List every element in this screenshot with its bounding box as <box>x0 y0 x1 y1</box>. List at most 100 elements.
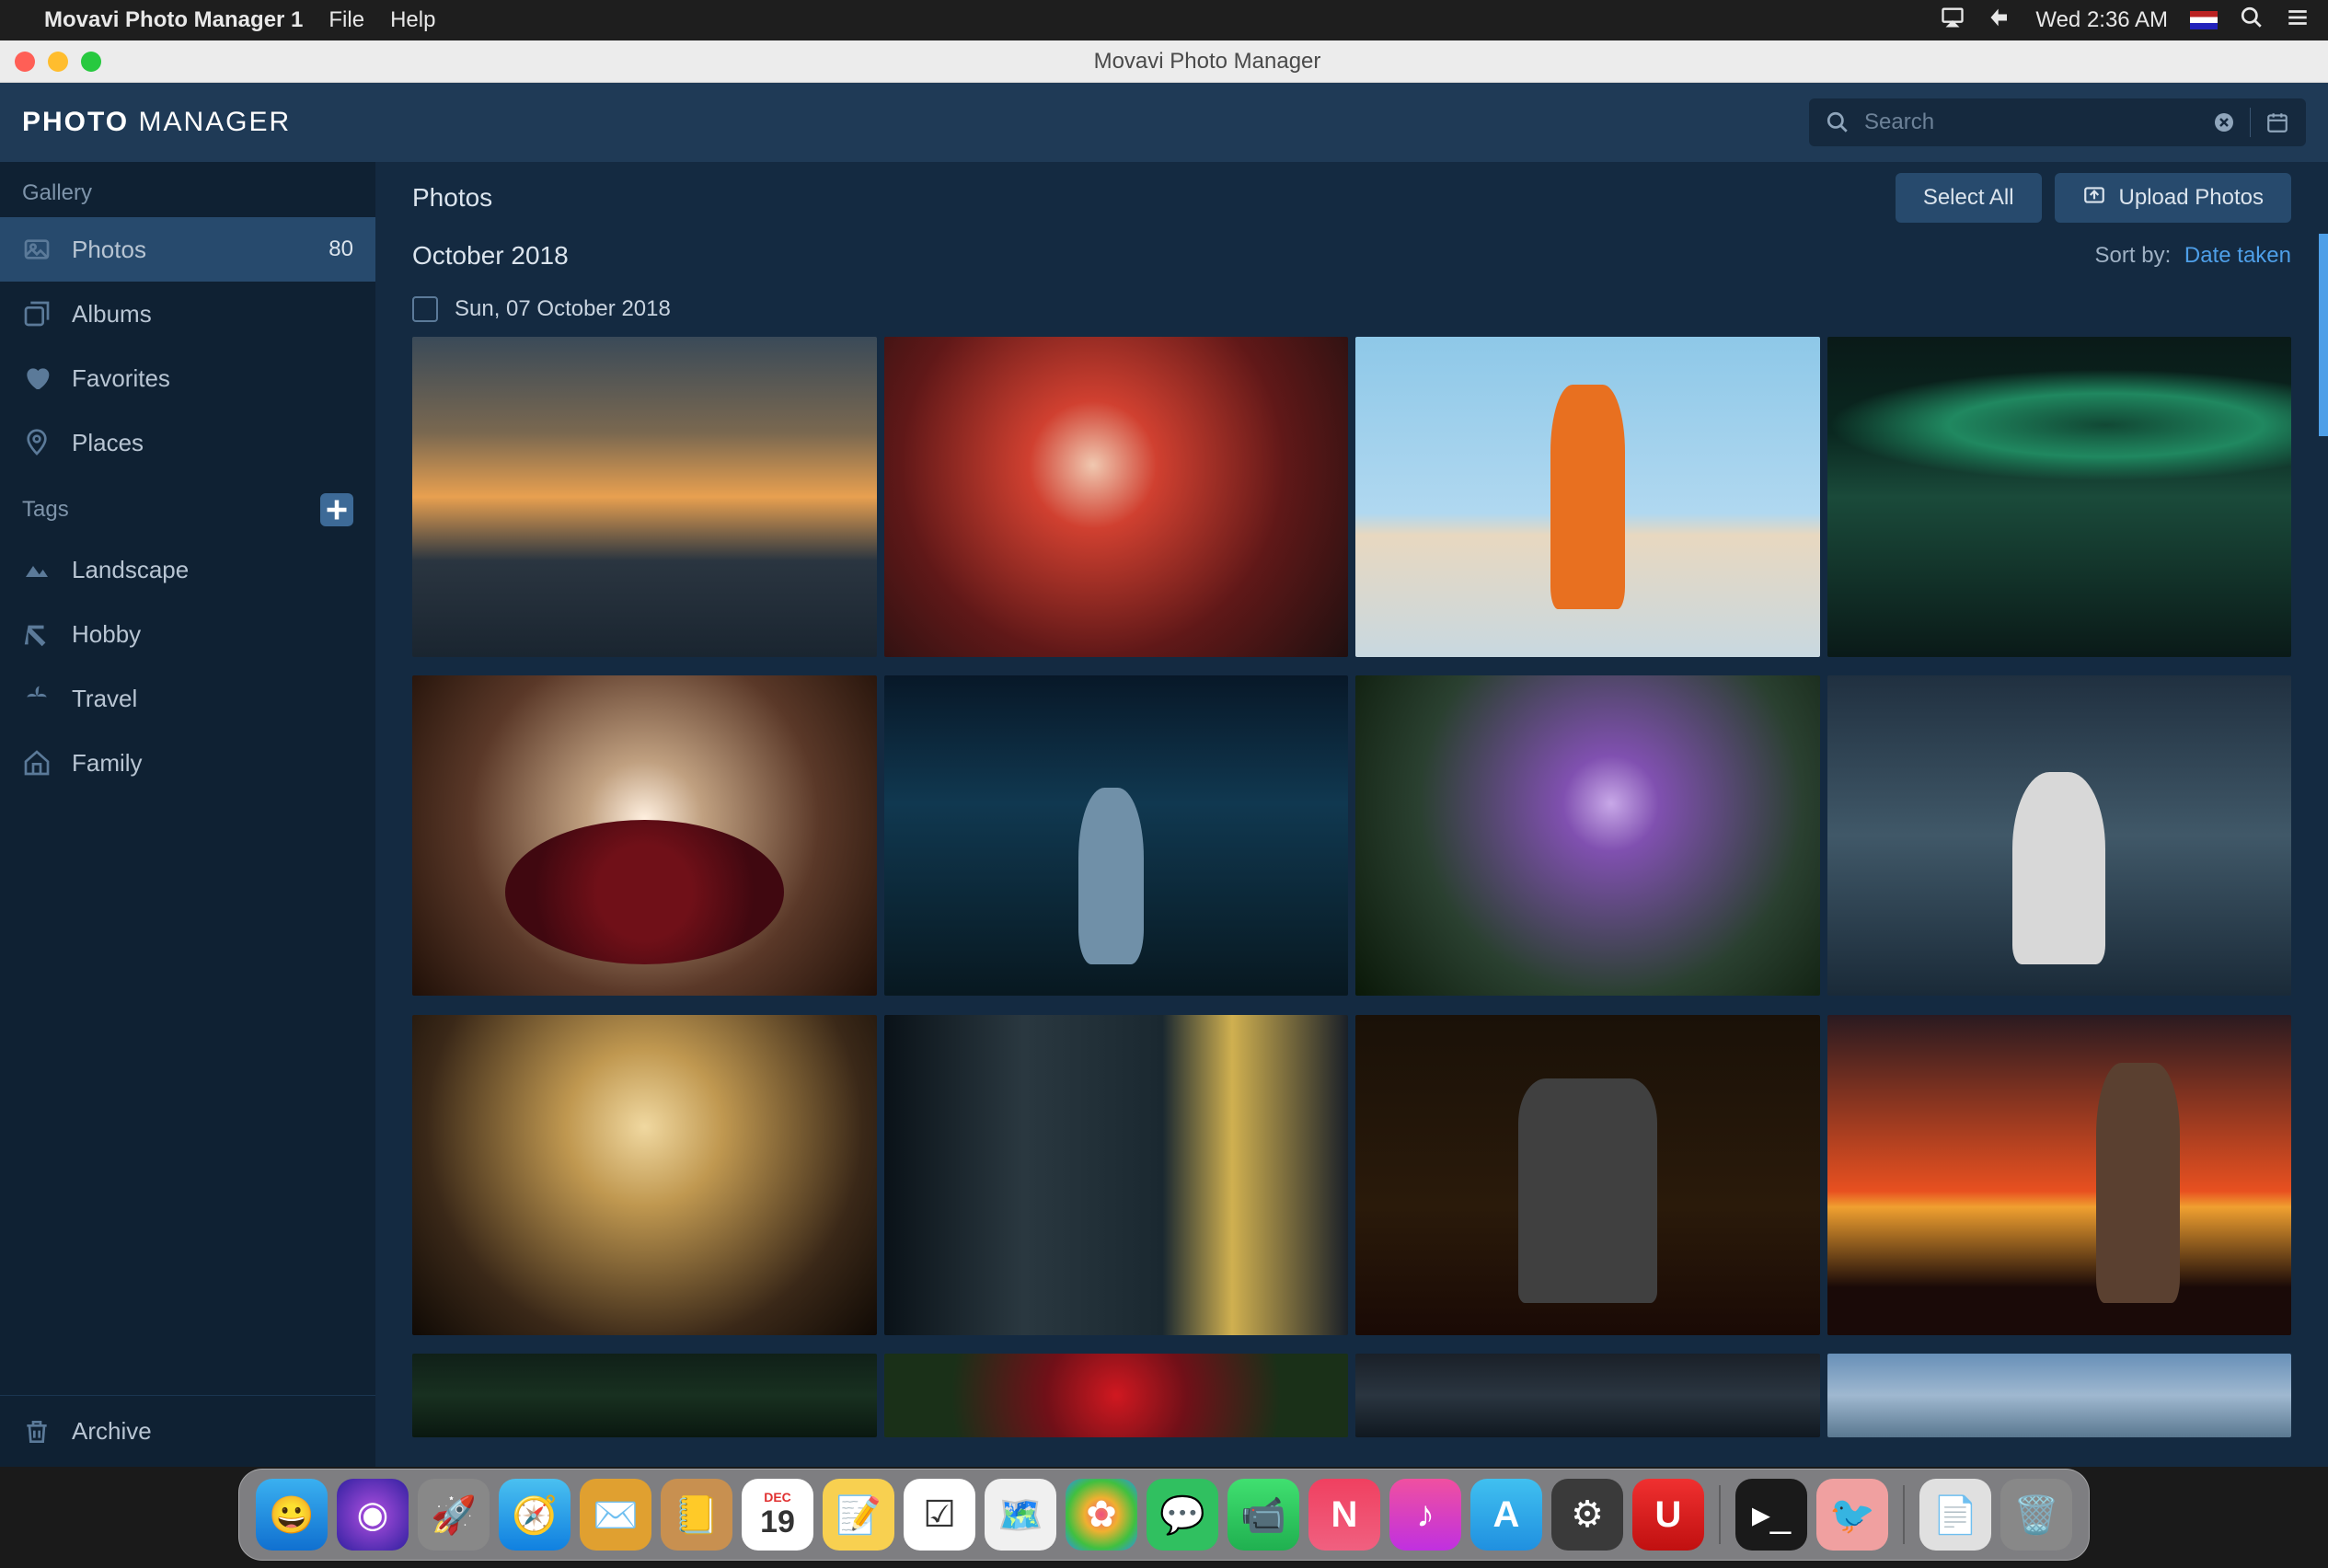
search-input[interactable] <box>1864 110 2198 135</box>
photos-icon <box>22 235 52 264</box>
notification-center-icon[interactable] <box>2286 6 2310 36</box>
upload-photos-button[interactable]: Upload Photos <box>2055 173 2291 223</box>
home-icon <box>22 748 52 778</box>
photo-thumbnail[interactable] <box>412 1354 877 1437</box>
sidebar-tag-landscape[interactable]: Landscape <box>0 537 375 602</box>
dock-app-icon[interactable]: 🐦 <box>1816 1479 1888 1551</box>
photo-thumbnail[interactable] <box>412 1015 877 1335</box>
add-tag-button[interactable] <box>320 493 353 526</box>
photo-thumbnail[interactable] <box>1827 1015 2292 1335</box>
flag-icon[interactable] <box>2190 11 2218 29</box>
dock-finder-icon[interactable]: 😀 <box>256 1479 328 1551</box>
photo-thumbnail[interactable] <box>1827 1354 2292 1437</box>
search-field[interactable] <box>1809 98 2306 146</box>
date-group-label: Sun, 07 October 2018 <box>455 296 671 322</box>
photo-thumbnail[interactable] <box>884 1015 1349 1335</box>
status-icon[interactable] <box>1988 5 2013 37</box>
window-titlebar: Movavi Photo Manager <box>0 40 2328 83</box>
photo-thumbnail[interactable] <box>1827 675 2292 996</box>
clear-search-icon[interactable] <box>2213 111 2235 133</box>
albums-icon <box>22 299 52 329</box>
hobby-icon <box>22 619 52 649</box>
window-zoom-button[interactable] <box>81 52 101 72</box>
photo-thumbnail[interactable] <box>1827 337 2292 657</box>
sidebar-item-label: Family <box>72 749 143 778</box>
dock-app-icon[interactable]: U <box>1632 1479 1704 1551</box>
dock-separator <box>1719 1485 1721 1544</box>
sidebar: Gallery Photos 80 Albums Favorites Place… <box>0 162 375 1467</box>
dock-siri-icon[interactable]: ◉ <box>337 1479 409 1551</box>
sidebar-item-label: Albums <box>72 300 152 329</box>
heart-icon <box>22 363 52 393</box>
spotlight-icon[interactable] <box>2240 6 2264 36</box>
dock-reminders-icon[interactable]: ☑ <box>904 1479 975 1551</box>
photo-thumbnail[interactable] <box>1355 675 1820 996</box>
dock-photos-icon[interactable]: ✿ <box>1066 1479 1137 1551</box>
dock-appstore-icon[interactable]: A <box>1470 1479 1542 1551</box>
app-logo: PHOTO MANAGER <box>22 107 291 138</box>
sidebar-section-gallery: Gallery <box>0 162 375 217</box>
dock-preferences-icon[interactable]: ⚙ <box>1551 1479 1623 1551</box>
app-header: PHOTO MANAGER <box>0 83 2328 162</box>
sidebar-item-albums[interactable]: Albums <box>0 282 375 346</box>
menubar-clock[interactable]: Wed 2:36 AM <box>2035 7 2168 33</box>
date-group-checkbox[interactable] <box>412 296 438 322</box>
location-icon <box>22 428 52 457</box>
trash-icon <box>22 1417 52 1447</box>
dock-mail-icon[interactable]: ✉️ <box>580 1479 651 1551</box>
app-menu[interactable]: Movavi Photo Manager 1 <box>44 7 303 33</box>
photo-thumbnail[interactable] <box>1355 1015 1820 1335</box>
dock-doc-icon[interactable]: 📄 <box>1919 1479 1991 1551</box>
sidebar-tag-travel[interactable]: Travel <box>0 666 375 731</box>
dock-launchpad-icon[interactable]: 🚀 <box>418 1479 490 1551</box>
window-minimize-button[interactable] <box>48 52 68 72</box>
divider <box>2250 108 2251 137</box>
sidebar-item-label: Favorites <box>72 364 170 393</box>
sidebar-item-places[interactable]: Places <box>0 410 375 475</box>
dock-contacts-icon[interactable]: 📒 <box>661 1479 732 1551</box>
photo-thumbnail[interactable] <box>412 675 877 996</box>
sidebar-item-favorites[interactable]: Favorites <box>0 346 375 410</box>
photo-thumbnail[interactable] <box>884 675 1349 996</box>
dock-itunes-icon[interactable]: ♪ <box>1389 1479 1461 1551</box>
scroll-indicator[interactable] <box>2319 234 2328 436</box>
sidebar-tag-family[interactable]: Family <box>0 731 375 795</box>
sidebar-tag-hobby[interactable]: Hobby <box>0 602 375 666</box>
sort-value[interactable]: Date taken <box>2184 243 2291 268</box>
photo-thumbnail[interactable] <box>412 337 877 657</box>
select-all-button[interactable]: Select All <box>1896 173 2042 223</box>
sidebar-item-archive[interactable]: Archive <box>0 1395 375 1467</box>
sidebar-section-tags: Tags <box>0 475 375 537</box>
photo-thumbnail[interactable] <box>884 337 1349 657</box>
dock-calendar-icon[interactable]: DEC19 <box>742 1479 813 1551</box>
airplay-icon[interactable] <box>1940 5 1965 37</box>
macos-menubar: Movavi Photo Manager 1 File Help Wed 2:3… <box>0 0 2328 40</box>
sidebar-item-label: Places <box>72 429 144 457</box>
dock-trash-icon[interactable]: 🗑️ <box>2000 1479 2072 1551</box>
help-menu[interactable]: Help <box>390 7 435 33</box>
photo-count: 80 <box>328 236 353 262</box>
upload-icon <box>2082 183 2106 213</box>
sidebar-item-label: Archive <box>72 1417 152 1446</box>
photo-thumbnail[interactable] <box>1355 1354 1820 1437</box>
file-menu[interactable]: File <box>328 7 364 33</box>
window-close-button[interactable] <box>15 52 35 72</box>
dock-maps-icon[interactable]: 🗺️ <box>985 1479 1056 1551</box>
dock-terminal-icon[interactable]: ▸_ <box>1735 1479 1807 1551</box>
dock-safari-icon[interactable]: 🧭 <box>499 1479 570 1551</box>
search-icon <box>1826 110 1850 134</box>
sort-control[interactable]: Sort by: Date taken <box>2095 243 2291 269</box>
main-content: Photos Select All Upload Photos October … <box>375 162 2328 1467</box>
dock-messages-icon[interactable]: 💬 <box>1147 1479 1218 1551</box>
dock-news-icon[interactable]: N <box>1308 1479 1380 1551</box>
calendar-icon[interactable] <box>2265 110 2289 134</box>
sidebar-item-photos[interactable]: Photos 80 <box>0 217 375 282</box>
landscape-icon <box>22 555 52 584</box>
dock-notes-icon[interactable]: 📝 <box>823 1479 894 1551</box>
dock: 😀 ◉ 🚀 🧭 ✉️ 📒 DEC19 📝 ☑ 🗺️ ✿ 💬 📹 N ♪ A ⚙ … <box>0 1467 2328 1568</box>
photo-thumbnail[interactable] <box>1355 337 1820 657</box>
dock-facetime-icon[interactable]: 📹 <box>1227 1479 1299 1551</box>
window-title: Movavi Photo Manager <box>1094 49 1321 75</box>
photo-grid <box>375 337 2328 1467</box>
photo-thumbnail[interactable] <box>884 1354 1349 1437</box>
